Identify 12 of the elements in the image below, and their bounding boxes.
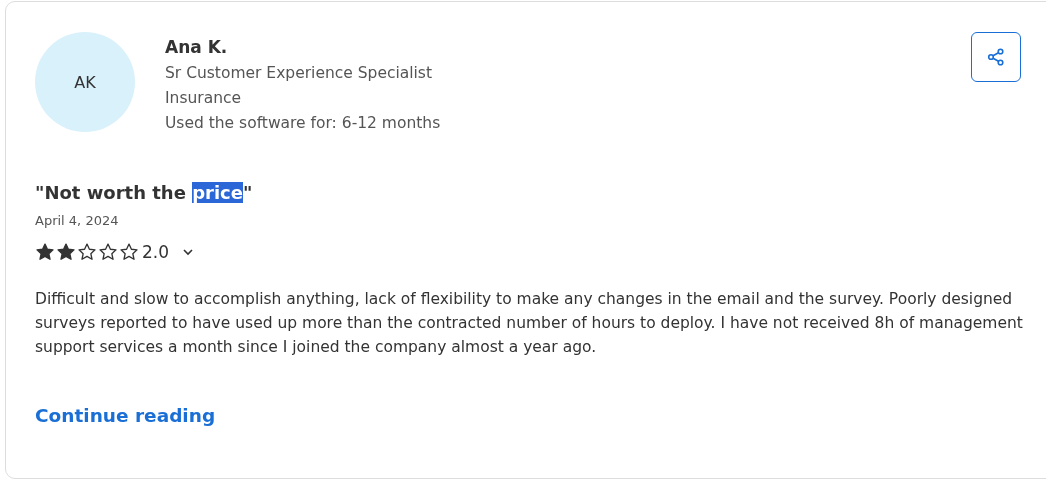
share-button[interactable]: [971, 32, 1021, 82]
continue-reading-link[interactable]: Continue reading: [35, 405, 216, 426]
review-date: April 4, 2024: [35, 213, 120, 228]
reviewer-name: Ana K.: [165, 37, 229, 57]
review-text: Difficult and slow to accomplish anything, lack of flexibility to make any changes in the email and the survey. Poorly designed surveys reported to have used up more than the contracted number of hours to deploy. I have not received 8h of management support services a month since I joined the company almost a year ago.: [35, 289, 1024, 358]
review-title: "Not worth the price": [35, 182, 254, 203]
job-title: Sr Customer Experience Specialist: [165, 63, 434, 84]
usage-duration: Used the software for: 6-12 months: [165, 113, 442, 134]
avatar: AK: [35, 32, 135, 132]
industry: Insurance: [165, 88, 243, 109]
rating-value: 2.0: [142, 242, 170, 262]
share-icon: [987, 48, 1005, 66]
